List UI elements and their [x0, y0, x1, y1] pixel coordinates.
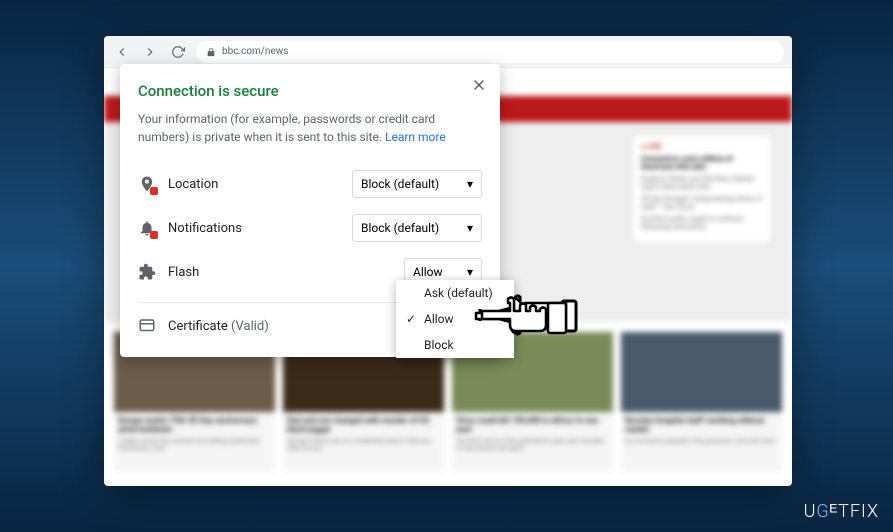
permission-location-row: Location Block (default) ▾ — [138, 162, 482, 206]
article-desc: Leaders across the continent are holding… — [114, 438, 275, 452]
chevron-down-icon: ▾ — [467, 265, 473, 279]
live-headline: Coronavirus costs millions of Americans … — [641, 155, 763, 171]
learn-more-link[interactable]: Learn more — [385, 130, 446, 144]
permission-label: Location — [168, 177, 340, 192]
url-bar[interactable]: bbc.com/news — [196, 41, 784, 63]
lock-icon — [206, 47, 216, 57]
live-item: England, Wales and Northern Ireland repo… — [641, 175, 763, 191]
article-desc: As coronavirus spreads in the provinces,… — [621, 438, 782, 445]
bell-icon — [138, 219, 156, 237]
back-button[interactable] — [112, 42, 132, 62]
live-sidebar: ● LIVE Coronavirus costs millions of Ame… — [632, 134, 772, 244]
notifications-select[interactable]: Block (default) ▾ — [352, 214, 482, 242]
permission-label: Flash — [168, 265, 392, 280]
live-badge: ● LIVE — [641, 143, 763, 151]
permission-label: Notifications — [168, 221, 340, 236]
popup-description: Your information (for example, passwords… — [138, 110, 482, 146]
article-title: Dad and son charged with murder of US bl… — [283, 412, 444, 438]
live-item: Scottish public urged to continue follow… — [641, 215, 763, 231]
article-title: Russian hospital staff 'working without … — [621, 412, 782, 438]
pointing-hand-icon — [470, 285, 580, 349]
select-value: Block (default) — [361, 221, 439, 235]
permission-notifications-row: Notifications Block (default) ▾ — [138, 206, 482, 250]
article-title: Virus could kill 190,000 in Africa 'in o… — [452, 412, 613, 438]
url-text: bbc.com/news — [222, 46, 288, 57]
select-value: Allow — [413, 265, 443, 279]
forward-button[interactable] — [140, 42, 160, 62]
live-item: VE Day brought 'overpowering sense of re… — [641, 195, 763, 211]
chevron-down-icon: ▾ — [467, 221, 473, 235]
article-desc: Ahmaud Arbery was on a residential stree… — [283, 438, 444, 452]
location-select[interactable]: Block (default) ▾ — [352, 170, 482, 198]
close-icon[interactable] — [470, 76, 488, 94]
article-title: Europe marks 75th VE Day anniversary ami… — [114, 412, 275, 438]
certificate-label: Certificate (Valid) — [168, 319, 269, 334]
popup-title: Connection is secure — [138, 82, 482, 100]
certificate-status: (Valid) — [231, 319, 269, 334]
article-desc: The WHO warns of the potential for years… — [452, 438, 613, 452]
article-card: Russian hospital staff 'working without … — [621, 332, 782, 472]
chevron-down-icon: ▾ — [467, 177, 473, 191]
reload-button[interactable] — [168, 42, 188, 62]
certificate-icon — [138, 317, 156, 335]
watermark: UGᴱTFIX — [804, 501, 879, 522]
puzzle-icon — [138, 263, 156, 281]
select-value: Block (default) — [361, 177, 439, 191]
location-icon — [138, 175, 156, 193]
